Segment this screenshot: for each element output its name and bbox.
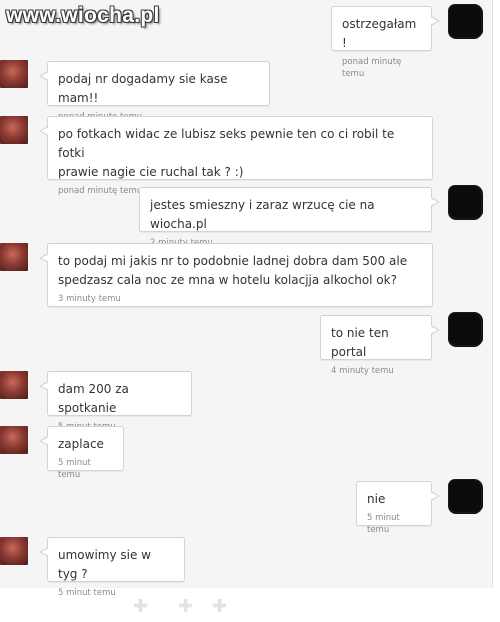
message-bubble: nie 5 minut temu — [356, 481, 440, 535]
own-avatar — [449, 186, 481, 218]
footer-decoration: ✚ — [178, 596, 194, 617]
message-text: nie — [367, 492, 386, 506]
message-text: ostrzegałam ! — [342, 17, 421, 50]
contact-avatar — [0, 371, 28, 399]
footer-decoration: ✚ — [133, 596, 149, 617]
message-text: po fotkach widac ze lubisz seks pewnie t… — [58, 127, 395, 179]
message-timestamp: 5 minut temu — [367, 513, 400, 535]
message-text: zaplace — [58, 437, 104, 451]
message-bubble: ostrzegałam ! ponad minutę temu — [331, 6, 440, 79]
message-timestamp: 5 minut temu — [58, 458, 91, 480]
message-bubble: po fotkach widac ze lubisz seks pewnie t… — [39, 116, 433, 196]
message-timestamp: 5 minut temu — [58, 588, 116, 598]
message-bubble: umowimy sie w tyg ? 5 minut temu — [39, 537, 185, 598]
own-avatar — [449, 5, 481, 37]
contact-avatar — [0, 116, 28, 144]
message-bubble: zaplace 5 minut temu — [39, 426, 124, 480]
message-text: to nie ten portal — [331, 326, 393, 359]
contact-avatar — [0, 60, 28, 88]
message-bubble: to podaj mi jakis nr to podobnie ladnej … — [39, 243, 433, 307]
message-text: umowimy sie w tyg ? — [58, 548, 155, 581]
contact-avatar — [0, 243, 28, 271]
contact-avatar — [0, 537, 28, 565]
own-avatar — [449, 313, 481, 345]
message-bubble: podaj nr dogadamy sie kase mam!! ponad m… — [39, 61, 270, 122]
message-timestamp: ponad minutę temu — [342, 57, 402, 79]
scrollbar-gutter — [493, 0, 500, 588]
message-bubble: dam 200 za spotkanie 5 minut temu — [39, 371, 192, 432]
contact-avatar — [0, 426, 28, 454]
message-text: dam 200 za spotkanie — [58, 382, 133, 415]
message-text: to podaj mi jakis nr to podobnie ladnej … — [58, 254, 408, 287]
message-timestamp: 4 minuty temu — [331, 366, 394, 376]
site-watermark: www.wiocha.pl — [6, 4, 160, 27]
message-text: jestes smieszny i zaraz wrzucę cie na wi… — [150, 198, 379, 231]
message-bubble: to nie ten portal 4 minuty temu — [320, 315, 440, 376]
message-bubble: jestes smieszny i zaraz wrzucę cie na wi… — [139, 187, 440, 248]
footer-decoration: ✚ — [212, 596, 228, 617]
own-avatar — [449, 480, 481, 512]
message-text: podaj nr dogadamy sie kase mam!! — [58, 72, 232, 105]
message-timestamp: 3 minuty temu — [58, 294, 121, 304]
